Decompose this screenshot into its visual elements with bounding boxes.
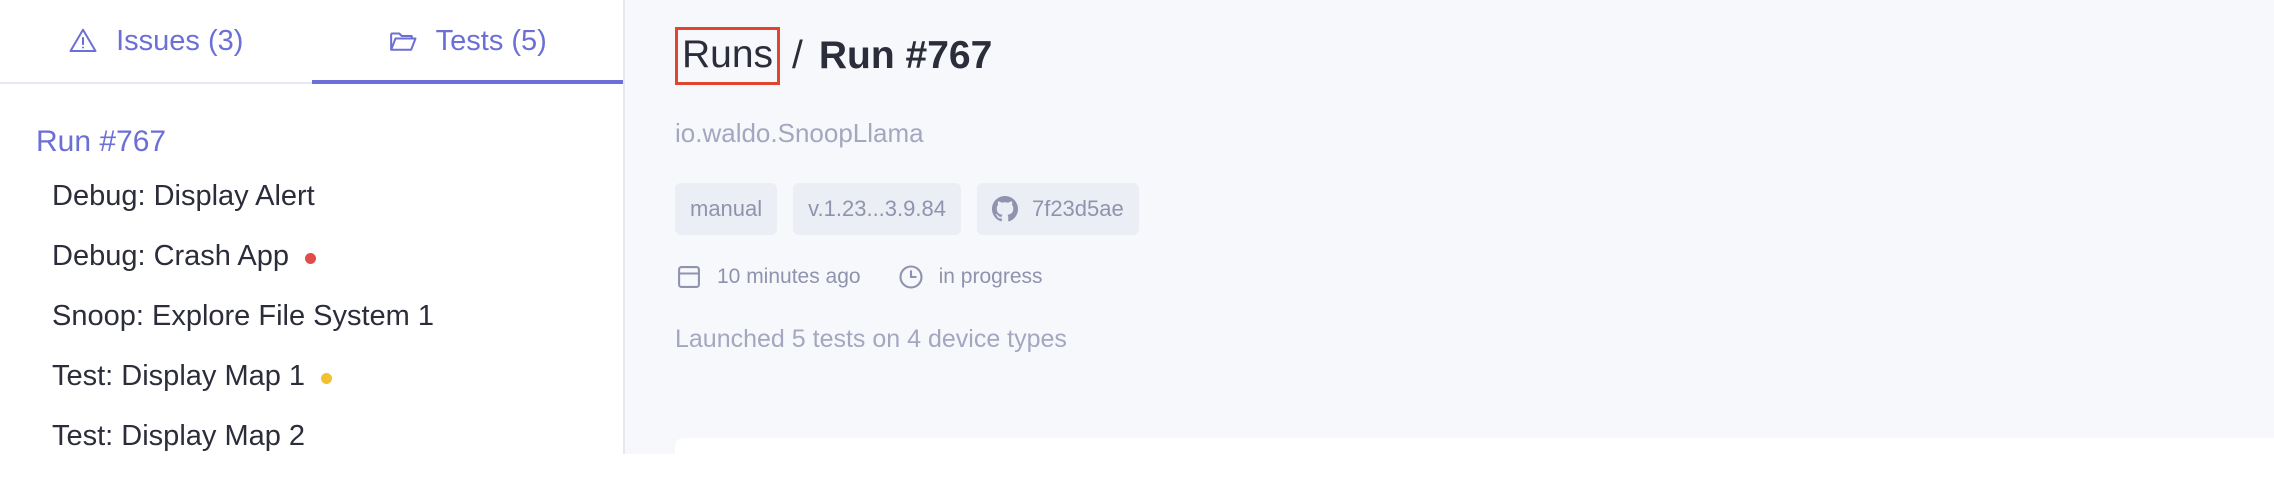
tab-tests[interactable]: Tests (5) xyxy=(311,0,624,84)
run-time-label: 10 minutes ago xyxy=(717,265,861,288)
run-tags: manual v.1.23...3.9.84 7f23d5ae xyxy=(675,183,2274,235)
results-card xyxy=(675,438,2274,478)
test-item-label: Snoop: Explore File System 1 xyxy=(52,300,435,332)
run-list: Run #767 Debug: Display Alert Debug: Cra… xyxy=(0,84,623,476)
test-item-label: Debug: Display Alert xyxy=(52,180,315,212)
version-tag-label: v.1.23...3.9.84 xyxy=(808,196,946,221)
test-item[interactable]: Test: Display Map 2 xyxy=(36,416,623,476)
sidebar-tabs: Issues (3) Tests (5) xyxy=(0,0,623,84)
commit-tag[interactable]: 7f23d5ae xyxy=(976,183,1139,235)
main-content: Runs / Run #767 io.waldo.SnoopLlama manu… xyxy=(625,0,2274,478)
sidebar: Issues (3) Tests (5) Run #767 Debug: Dis… xyxy=(0,0,625,454)
page-title: Run #767 xyxy=(818,34,993,77)
run-status: in progress xyxy=(897,263,1043,291)
trigger-tag-label: manual xyxy=(690,196,763,221)
error-status-dot xyxy=(304,253,316,264)
test-item[interactable]: Debug: Display Alert xyxy=(36,176,623,236)
calendar-icon xyxy=(675,263,703,291)
tab-issues-label: Issues (3) xyxy=(116,24,244,57)
run-status-label: in progress xyxy=(938,265,1043,288)
breadcrumb-runs-link[interactable]: Runs xyxy=(675,27,781,85)
warning-icon xyxy=(68,26,98,56)
test-item[interactable]: Test: Display Map 1 xyxy=(36,356,623,416)
breadcrumb-separator: / xyxy=(792,34,803,77)
run-title-link[interactable]: Run #767 xyxy=(36,122,623,162)
breadcrumb: Runs / Run #767 xyxy=(675,26,2274,86)
run-time: 10 minutes ago xyxy=(675,263,861,291)
warning-status-dot xyxy=(321,373,333,384)
run-summary: Launched 5 tests on 4 device types xyxy=(675,325,1067,353)
run-meta: 10 minutes ago in progress xyxy=(675,257,2274,297)
github-icon xyxy=(991,196,1018,222)
test-item-label: Test: Display Map 2 xyxy=(52,420,306,452)
commit-tag-label: 7f23d5ae xyxy=(1031,196,1124,221)
test-item-label: Test: Display Map 1 xyxy=(52,360,306,392)
clock-icon xyxy=(897,263,925,291)
test-item[interactable]: Snoop: Explore File System 1 xyxy=(36,296,623,356)
app-bundle-id: io.waldo.SnoopLlama xyxy=(675,118,924,148)
test-item-label: Debug: Crash App xyxy=(52,240,289,272)
trigger-tag: manual xyxy=(675,183,778,235)
folder-open-icon xyxy=(388,26,418,56)
app-window: Issues (3) Tests (5) Run #767 Debug: Dis… xyxy=(0,0,2274,478)
tab-issues[interactable]: Issues (3) xyxy=(0,0,312,82)
test-item[interactable]: Debug: Crash App xyxy=(36,236,623,296)
version-tag[interactable]: v.1.23...3.9.84 xyxy=(793,183,961,235)
tab-tests-label: Tests (5) xyxy=(435,24,547,57)
